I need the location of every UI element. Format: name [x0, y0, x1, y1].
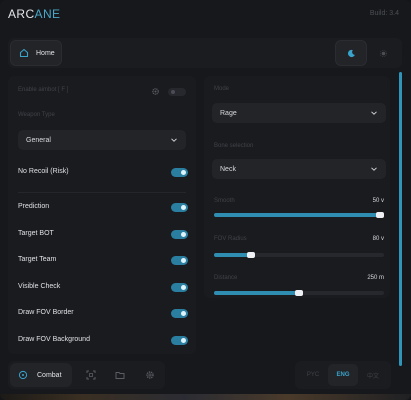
toggle-knob [171, 90, 175, 94]
bone-selection-select[interactable]: Neck [212, 159, 386, 179]
fov-radius-slider[interactable] [214, 252, 384, 258]
aimbot-options-panel: Enable aimbot [ F ] Weapon Type General … [8, 76, 196, 354]
gear-icon[interactable] [151, 87, 160, 96]
option-row-target-team: Target Team [18, 254, 188, 268]
chevron-down-icon [371, 111, 377, 115]
chevron-down-icon [171, 138, 177, 142]
dark-theme-button[interactable] [335, 40, 367, 66]
option-label: Visible Check [18, 283, 61, 290]
enable-aimbot-label: Enable aimbot [ F ] [18, 87, 69, 93]
toggle-knob [181, 170, 186, 175]
toggle-knob [181, 311, 186, 316]
smooth-label: Smooth [214, 198, 235, 204]
crosshair-icon [18, 370, 28, 380]
bone-selection-value: Neck [220, 165, 236, 173]
toggle-knob [181, 258, 186, 263]
aim-settings-panel: Mode Rage Bone selection Neck Smooth 50 … [204, 76, 390, 298]
draw-fov-border-toggle[interactable] [171, 309, 188, 318]
smooth-value: 50 v [372, 198, 384, 204]
enable-aimbot-toggle[interactable] [168, 88, 186, 96]
option-row-draw-fov-background: Draw FOV Background [18, 334, 188, 348]
weapon-type-label: Weapon Type [18, 112, 55, 118]
option-label: Target BOT [18, 230, 54, 237]
language-zh-button[interactable]: 中文 [358, 364, 388, 386]
enable-aimbot-row: Enable aimbot [ F ] [8, 80, 196, 102]
slider-fill [214, 253, 252, 257]
distance-value: 250 m [367, 275, 384, 281]
game-background-strip [0, 394, 411, 400]
settings-gear-icon[interactable] [145, 370, 155, 380]
top-nav: Home [8, 38, 402, 68]
fov-radius-value: 80 v [372, 236, 384, 242]
distance-label: Distance [214, 275, 238, 281]
fov-radius-label: FOV Radius [214, 236, 247, 242]
bottom-nav: Combat [8, 361, 165, 389]
visible-check-toggle[interactable] [171, 283, 188, 292]
option-row-visible-check: Visible Check [18, 281, 188, 295]
moon-icon [347, 49, 355, 57]
mode-label: Mode [214, 86, 230, 92]
option-label: Draw FOV Background [18, 336, 90, 343]
language-switch: PYC ENG 中文 [295, 361, 391, 389]
bone-selection-label: Bone selection [214, 143, 254, 149]
no-recoil-toggle[interactable] [171, 168, 188, 177]
toggle-knob [181, 232, 186, 237]
option-label: Draw FOV Border [18, 309, 74, 316]
target-team-toggle[interactable] [171, 256, 188, 265]
home-label: Home [36, 49, 55, 57]
home-button[interactable]: Home [10, 40, 62, 66]
distance-slider[interactable] [214, 290, 384, 296]
slider-fill [214, 213, 384, 217]
app-window: ARCANE Build: 3.4 Home Enable aimbot [ F… [0, 0, 411, 400]
mode-select[interactable]: Rage [212, 103, 386, 123]
chevron-down-icon [371, 167, 377, 171]
slider-thumb[interactable] [295, 290, 303, 296]
option-row-draw-fov-border: Draw FOV Border [18, 307, 188, 321]
distance-slider-header: Distance 250 m [214, 275, 384, 285]
option-row-prediction: Prediction [18, 201, 188, 215]
smooth-slider[interactable] [214, 212, 384, 218]
light-theme-button[interactable] [367, 40, 399, 66]
option-row-target-bot: Target BOT [18, 228, 188, 242]
section-divider [18, 192, 186, 193]
target-bot-toggle[interactable] [171, 230, 188, 239]
slider-fill [214, 291, 299, 295]
visuals-tab-icon[interactable] [86, 370, 96, 380]
theme-switch [335, 40, 399, 66]
home-icon [19, 48, 29, 58]
combat-tab[interactable]: Combat [10, 363, 72, 387]
prediction-toggle[interactable] [171, 203, 188, 212]
language-ru-button[interactable]: PYC [298, 364, 328, 386]
option-row-no-recoil: No Recoil (Risk) [18, 166, 188, 180]
option-label: Target Team [18, 256, 57, 263]
toggle-knob [181, 338, 186, 343]
language-en-button[interactable]: ENG [328, 364, 358, 386]
option-label: No Recoil (Risk) [18, 168, 69, 175]
title-bar: ARCANE Build: 3.4 [0, 0, 411, 32]
smooth-slider-header: Smooth 50 v [214, 198, 384, 208]
draw-fov-background-toggle[interactable] [171, 336, 188, 345]
weapon-type-select[interactable]: General [18, 130, 186, 150]
mode-value: Rage [220, 109, 237, 117]
folder-tab-icon[interactable] [115, 370, 125, 380]
combat-label: Combat [37, 371, 62, 379]
sun-icon [379, 49, 387, 57]
toggle-knob [181, 285, 186, 290]
option-label: Prediction [18, 203, 50, 210]
app-logo: ARCANE [8, 7, 61, 21]
fov-radius-slider-header: FOV Radius 80 v [214, 236, 384, 246]
scrollbar[interactable] [399, 72, 402, 366]
slider-thumb[interactable] [376, 212, 384, 218]
toggle-knob [181, 205, 186, 210]
slider-thumb[interactable] [247, 252, 256, 258]
build-label: Build: 3.4 [369, 10, 399, 17]
weapon-type-value: General [26, 136, 51, 144]
